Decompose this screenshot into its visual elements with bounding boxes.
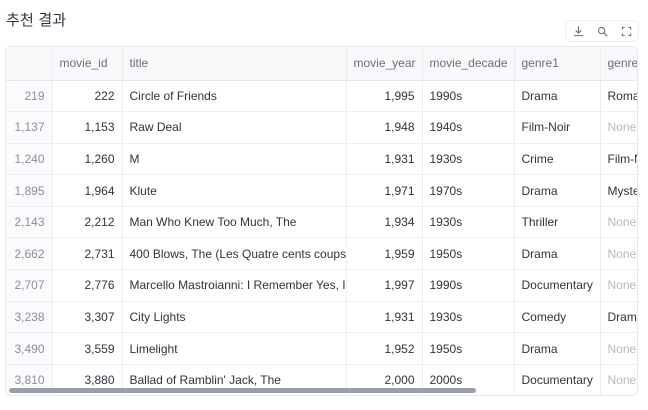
cell-index[interactable]: 2,143 [6, 206, 53, 239]
cell-movie-year[interactable]: 1,934 [346, 206, 423, 239]
cell-genre2[interactable]: None [600, 364, 637, 395]
cell-movie-id[interactable]: 2,731 [52, 237, 123, 271]
cell-movie-decade[interactable]: 1990s [422, 269, 515, 302]
cell-index[interactable]: 3,490 [6, 332, 53, 365]
cell-movie-year[interactable]: 1,952 [346, 332, 423, 365]
cell-genre2[interactable]: Drama [600, 301, 637, 334]
results-table: movie_id title movie_year movie_decade g… [6, 47, 637, 395]
cell-title[interactable]: Limelight [122, 332, 347, 365]
cell-title[interactable]: Circle of Friends [122, 80, 347, 113]
page-title: 추천 결과 [6, 12, 67, 29]
cell-genre2[interactable]: None [600, 111, 637, 144]
cell-index[interactable]: 1,240 [6, 143, 53, 176]
cell-index[interactable]: 2,707 [6, 269, 53, 302]
cell-movie-id[interactable]: 2,776 [52, 269, 123, 302]
cell-movie-decade[interactable]: 1970s [422, 174, 515, 207]
cell-movie-year[interactable]: 1,931 [346, 143, 423, 176]
cell-genre1[interactable]: Drama [514, 332, 601, 365]
table-row[interactable]: 2,143 2,212 Man Who Knew Too Much, The 1,93… [6, 206, 637, 239]
column-header-movie-id[interactable]: movie_id [52, 47, 123, 81]
cell-genre1[interactable]: Comedy [514, 301, 601, 334]
table-row[interactable]: 3,490 3,559 Limelight 1,952 1950s Drama None [6, 332, 637, 365]
cell-index[interactable]: 2,662 [6, 237, 53, 271]
cell-title[interactable]: City Lights [122, 301, 347, 334]
table-row[interactable]: 3,238 3,307 City Lights 1,931 1930s Comedy Dra… [6, 301, 637, 334]
cell-genre2[interactable]: Film-N [600, 143, 637, 176]
column-header-movie-year[interactable]: movie_year [346, 47, 423, 81]
cell-genre2[interactable]: None [600, 332, 637, 365]
cell-title[interactable]: Raw Deal [122, 111, 347, 144]
cell-genre2[interactable]: None [600, 237, 637, 271]
table-row[interactable]: 1,2401,260M1,9311930sCrimeFilm-N [6, 143, 637, 176]
cell-index[interactable]: 3,238 [6, 301, 53, 334]
cell-genre1[interactable]: Drama [514, 174, 601, 207]
download-icon [573, 25, 583, 36]
cell-genre1[interactable]: Thriller [514, 206, 601, 239]
cell-genre1[interactable]: Drama [514, 80, 601, 113]
cell-genre2[interactable]: Myster [600, 174, 637, 207]
table-row[interactable]: 1,8951,964Klute1,9711970sDramaMyster [6, 174, 637, 207]
cell-genre1[interactable]: Drama [514, 237, 601, 271]
cell-movie-id[interactable]: 3,559 [52, 332, 123, 365]
column-header-movie-decade[interactable]: movie_decade [422, 47, 515, 81]
cell-title[interactable]: Marcello Mastroianni: I Remember Yes, I … [122, 269, 347, 302]
search-icon [597, 26, 607, 36]
cell-movie-year[interactable]: 1,931 [346, 301, 423, 334]
cell-movie-decade[interactable]: 1930s [422, 206, 515, 239]
cell-movie-id[interactable]: 1,964 [52, 174, 123, 207]
fullscreen-icon [621, 26, 631, 36]
column-header-genre2[interactable]: genre2 [600, 47, 637, 81]
cell-genre2[interactable]: None [600, 206, 637, 239]
column-header-index[interactable] [6, 47, 53, 81]
cell-index[interactable]: 219 [6, 80, 53, 113]
cell-movie-decade[interactable]: 1930s [422, 301, 515, 334]
cell-movie-year[interactable]: 1,995 [346, 80, 423, 113]
cell-movie-id[interactable]: 1,260 [52, 143, 123, 176]
cell-movie-year[interactable]: 1,997 [346, 269, 423, 302]
cell-genre1[interactable]: Film-Noir [514, 111, 601, 144]
cell-movie-year[interactable]: 1,971 [346, 174, 423, 207]
dataframe-toolbar [565, 20, 639, 42]
table-row[interactable]: 2,707 2,776 Marcello Mastroianni: I Rememb… [6, 269, 637, 302]
cell-movie-id[interactable]: 3,307 [52, 301, 123, 334]
cell-movie-year[interactable]: 1,948 [346, 111, 423, 144]
cell-index[interactable]: 1,137 [6, 111, 53, 144]
cell-movie-decade[interactable]: 1990s [422, 80, 515, 113]
cell-genre1[interactable]: Crime [514, 143, 601, 176]
cell-genre2[interactable]: None [600, 269, 637, 302]
cell-title[interactable]: Man Who Knew Too Much, The [122, 206, 347, 239]
cell-movie-id[interactable]: 222 [52, 80, 123, 113]
table-row[interactable]: 2,662 2,731 400 Blows, The (Les Quatre cen… [6, 237, 637, 271]
cell-movie-decade[interactable]: 1950s [422, 332, 515, 365]
cell-index[interactable]: 1,895 [6, 174, 53, 207]
cell-movie-decade[interactable]: 1940s [422, 111, 515, 144]
cell-movie-id[interactable]: 2,212 [52, 206, 123, 239]
download-button[interactable] [568, 22, 588, 40]
cell-title[interactable]: 400 Blows, The (Les Quatre cents coups) [122, 237, 347, 271]
fullscreen-button[interactable] [616, 22, 636, 40]
cell-title[interactable]: M [122, 143, 347, 176]
cell-genre2[interactable]: Romar [600, 80, 637, 113]
results-dataframe[interactable]: movie_id title movie_year movie_decade g… [5, 46, 638, 396]
header-row: movie_id title movie_year movie_decade g… [6, 47, 637, 81]
column-header-title[interactable]: title [122, 47, 347, 81]
cell-movie-decade[interactable]: 1950s [422, 237, 515, 271]
cell-genre1[interactable]: Documentary [514, 364, 601, 395]
cell-title[interactable]: Klute [122, 174, 347, 207]
cell-movie-decade[interactable]: 1930s [422, 143, 515, 176]
table-row[interactable]: 219 222 Circle of Friends 1,995 1990s Drama Ro… [6, 80, 637, 113]
table-row[interactable]: 1,137 1,153 Raw Deal 1,948 1940s Film-Noir Non… [6, 111, 637, 144]
search-button[interactable] [592, 22, 612, 40]
cell-movie-id[interactable]: 1,153 [52, 111, 123, 144]
horizontal-scrollbar[interactable] [9, 388, 476, 393]
column-header-genre1[interactable]: genre1 [514, 47, 601, 81]
cell-movie-year[interactable]: 1,959 [346, 237, 423, 271]
cell-genre1[interactable]: Documentary [514, 269, 601, 302]
